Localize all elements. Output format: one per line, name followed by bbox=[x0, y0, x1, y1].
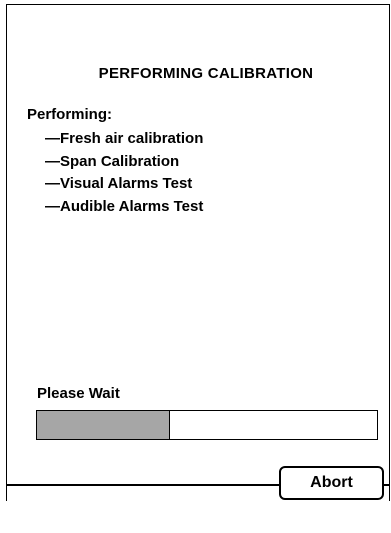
progress-bar-fill bbox=[37, 411, 170, 439]
calibration-steps-list: —Fresh air calibration —Span Calibration… bbox=[45, 128, 203, 218]
please-wait-label: Please Wait bbox=[37, 385, 120, 402]
abort-button[interactable]: Abort bbox=[279, 466, 384, 500]
performing-label: Performing: bbox=[27, 106, 113, 123]
screen-right-border bbox=[389, 4, 390, 501]
step-fresh-air-calibration: —Fresh air calibration bbox=[45, 130, 204, 147]
calibration-screen: PERFORMING CALIBRATION Performing: —Fres… bbox=[6, 4, 390, 501]
step-audible-alarms-test: —Audible Alarms Test bbox=[45, 197, 204, 215]
step-visual-alarms-test: —Visual Alarms Test bbox=[45, 175, 193, 192]
page-title: PERFORMING CALIBRATION bbox=[98, 65, 314, 82]
progress-bar bbox=[36, 410, 378, 440]
step-span-calibration: —Span Calibration bbox=[45, 152, 180, 170]
